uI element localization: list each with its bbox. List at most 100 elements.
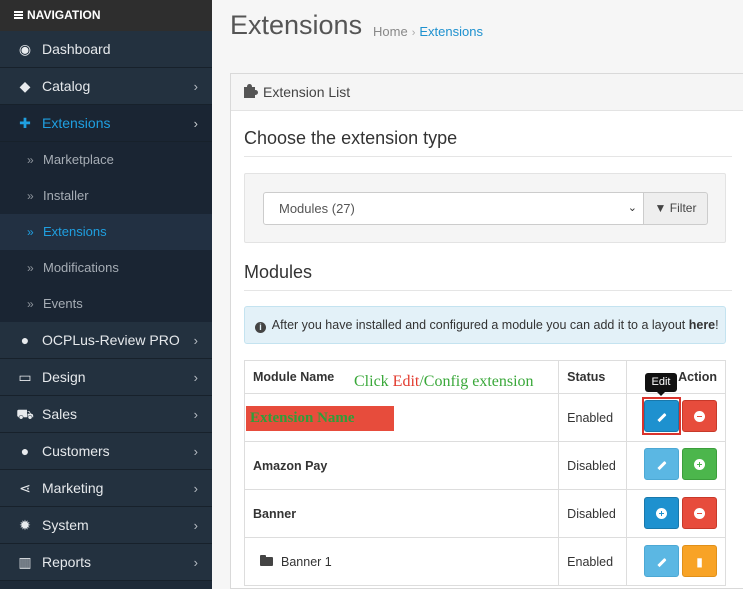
status-cell: Enabled <box>558 537 628 586</box>
sidebar-item-reports[interactable]: ▥ Reports › <box>0 544 212 581</box>
double-chevron-icon: » <box>27 189 34 203</box>
chevron-down-icon: ⌄ <box>627 202 637 214</box>
add-module-button[interactable] <box>644 497 679 529</box>
funnel-icon: ▼ <box>654 201 667 215</box>
annotation-edit: Edit <box>392 373 420 390</box>
sidebar-subitem-modifications[interactable]: » Modifications <box>0 250 212 286</box>
sidebar-item-label: Customers <box>42 443 110 459</box>
plus-circle-icon <box>694 459 705 470</box>
modules-title: Modules <box>244 262 313 282</box>
sidebar-item-system[interactable]: ✹ System › <box>0 507 212 544</box>
filter-button[interactable]: ▼ Filter <box>643 192 708 225</box>
minus-circle-icon <box>694 508 705 519</box>
chevron-right-icon: › <box>193 370 198 385</box>
navigation-header[interactable]: NAVIGATION <box>0 0 212 31</box>
sidebar-subitem-events[interactable]: » Events <box>0 286 212 322</box>
breadcrumb: Home › Extensions <box>373 24 483 39</box>
bar-chart-icon: ▥ <box>18 554 32 570</box>
alert-link-here[interactable]: here <box>689 318 715 332</box>
panel-heading: Extension List <box>231 74 743 111</box>
install-button[interactable] <box>682 448 717 480</box>
sidebar-subitem-label: Installer <box>43 188 89 203</box>
divider <box>244 156 732 157</box>
edit-button[interactable] <box>644 545 679 577</box>
user-icon: ● <box>20 443 30 459</box>
sidebar-subitem-extensions[interactable]: » Extensions <box>0 214 212 250</box>
pencil-icon <box>656 557 667 568</box>
edit-button[interactable] <box>644 448 679 480</box>
sidebar-item-label: System <box>42 517 89 533</box>
annotation-part: /Config extension <box>419 373 534 390</box>
page-title: Extensions <box>230 10 363 40</box>
info-circle-icon: i <box>255 322 266 333</box>
sidebar: NAVIGATION ◉ Dashboard ◆ Catalog › ✚ Ext… <box>0 0 212 589</box>
filter-well: Modules (27) ⌄ ▼ Filter <box>244 173 726 243</box>
sidebar-item-design[interactable]: ▭ Design › <box>0 359 212 396</box>
annotation-text: Click Edit/Config extension <box>354 373 534 391</box>
sidebar-item-customers[interactable]: ● Customers › <box>0 433 212 470</box>
sidebar-subitem-label: Marketplace <box>43 152 114 167</box>
module-name-cell: Amazon Pay <box>243 441 560 490</box>
sidebar-item-sales[interactable]: ⛟ Sales › <box>0 396 212 433</box>
breadcrumb-home[interactable]: Home <box>373 24 408 39</box>
annotation-part: Click <box>354 373 393 390</box>
sidebar-subitem-label: Events <box>43 296 83 311</box>
sidebar-item-label: Reports <box>42 554 92 570</box>
navigation-title: NAVIGATION <box>27 8 101 22</box>
breadcrumb-separator: › <box>411 27 416 39</box>
sidebar-item-label: Extensions <box>42 115 111 131</box>
chevron-right-icon: › <box>193 518 198 533</box>
breadcrumb-extensions[interactable]: Extensions <box>419 24 483 39</box>
puzzle-icon <box>244 84 258 98</box>
module-name-cell: Banner <box>243 489 560 538</box>
sidebar-item-dashboard[interactable]: ◉ Dashboard <box>0 31 212 68</box>
select-value: Modules (27) <box>279 201 355 216</box>
chevron-right-icon: › <box>193 481 198 496</box>
folder-open-icon <box>260 554 273 566</box>
panel-heading-text: Extension List <box>263 84 351 100</box>
menu-bars-icon <box>14 11 23 19</box>
sidebar-subitem-installer[interactable]: » Installer <box>0 178 212 214</box>
sidebar-subitem-marketplace[interactable]: » Marketplace <box>0 142 212 178</box>
uninstall-button[interactable] <box>682 400 717 432</box>
status-cell: Enabled <box>558 393 628 442</box>
double-chevron-icon: » <box>27 297 34 311</box>
sidebar-item-marketing[interactable]: ⋖ Marketing › <box>0 470 212 507</box>
page-header: Extensions Home › Extensions <box>212 0 743 56</box>
double-chevron-icon: » <box>27 261 34 275</box>
monitor-icon: ▭ <box>18 369 32 385</box>
filter-button-label: Filter <box>669 201 697 215</box>
dashboard-icon: ◉ <box>18 41 32 57</box>
uninstall-button[interactable] <box>682 497 717 529</box>
extension-type-select[interactable]: Modules (27) ⌄ <box>263 192 644 225</box>
double-chevron-icon: » <box>27 153 34 167</box>
double-chevron-icon: » <box>27 225 34 239</box>
share-icon: ⋖ <box>19 480 31 496</box>
chevron-right-icon: › <box>193 444 198 459</box>
status-cell: Disabled <box>558 489 628 538</box>
module-name-cell: Banner 1 <box>243 537 560 586</box>
plus-circle-icon <box>656 508 667 519</box>
cog-icon: ✹ <box>19 517 31 533</box>
sidebar-item-label: Sales <box>42 406 78 422</box>
edit-highlight-box <box>642 397 681 435</box>
sidebar-item-label: Dashboard <box>42 41 111 57</box>
alert-text: After you have installed and configured … <box>271 318 689 332</box>
sidebar-item-catalog[interactable]: ◆ Catalog › <box>0 68 212 105</box>
puzzle-icon: ✚ <box>19 115 31 131</box>
sidebar-subitem-label: Extensions <box>43 224 107 239</box>
divider <box>244 290 732 291</box>
chevron-right-icon: › <box>193 555 198 570</box>
sidebar-subitem-label: Modifications <box>43 260 119 275</box>
delete-button[interactable]: ▮ <box>682 545 717 577</box>
extension-name-label: Extension Name <box>246 406 394 431</box>
sidebar-item-ocplus-review[interactable]: ● OCPLus-Review PRO › <box>0 322 212 359</box>
comments-icon: ● <box>20 332 30 348</box>
edit-tooltip: Edit <box>645 373 677 396</box>
pencil-icon <box>656 460 667 471</box>
sidebar-item-label: Marketing <box>42 480 104 496</box>
chevron-right-icon: › <box>193 333 198 348</box>
sidebar-item-extensions[interactable]: ✚ Extensions › <box>0 105 212 142</box>
chevron-right-icon: › <box>193 79 198 94</box>
choose-type-title: Choose the extension type <box>244 128 458 148</box>
